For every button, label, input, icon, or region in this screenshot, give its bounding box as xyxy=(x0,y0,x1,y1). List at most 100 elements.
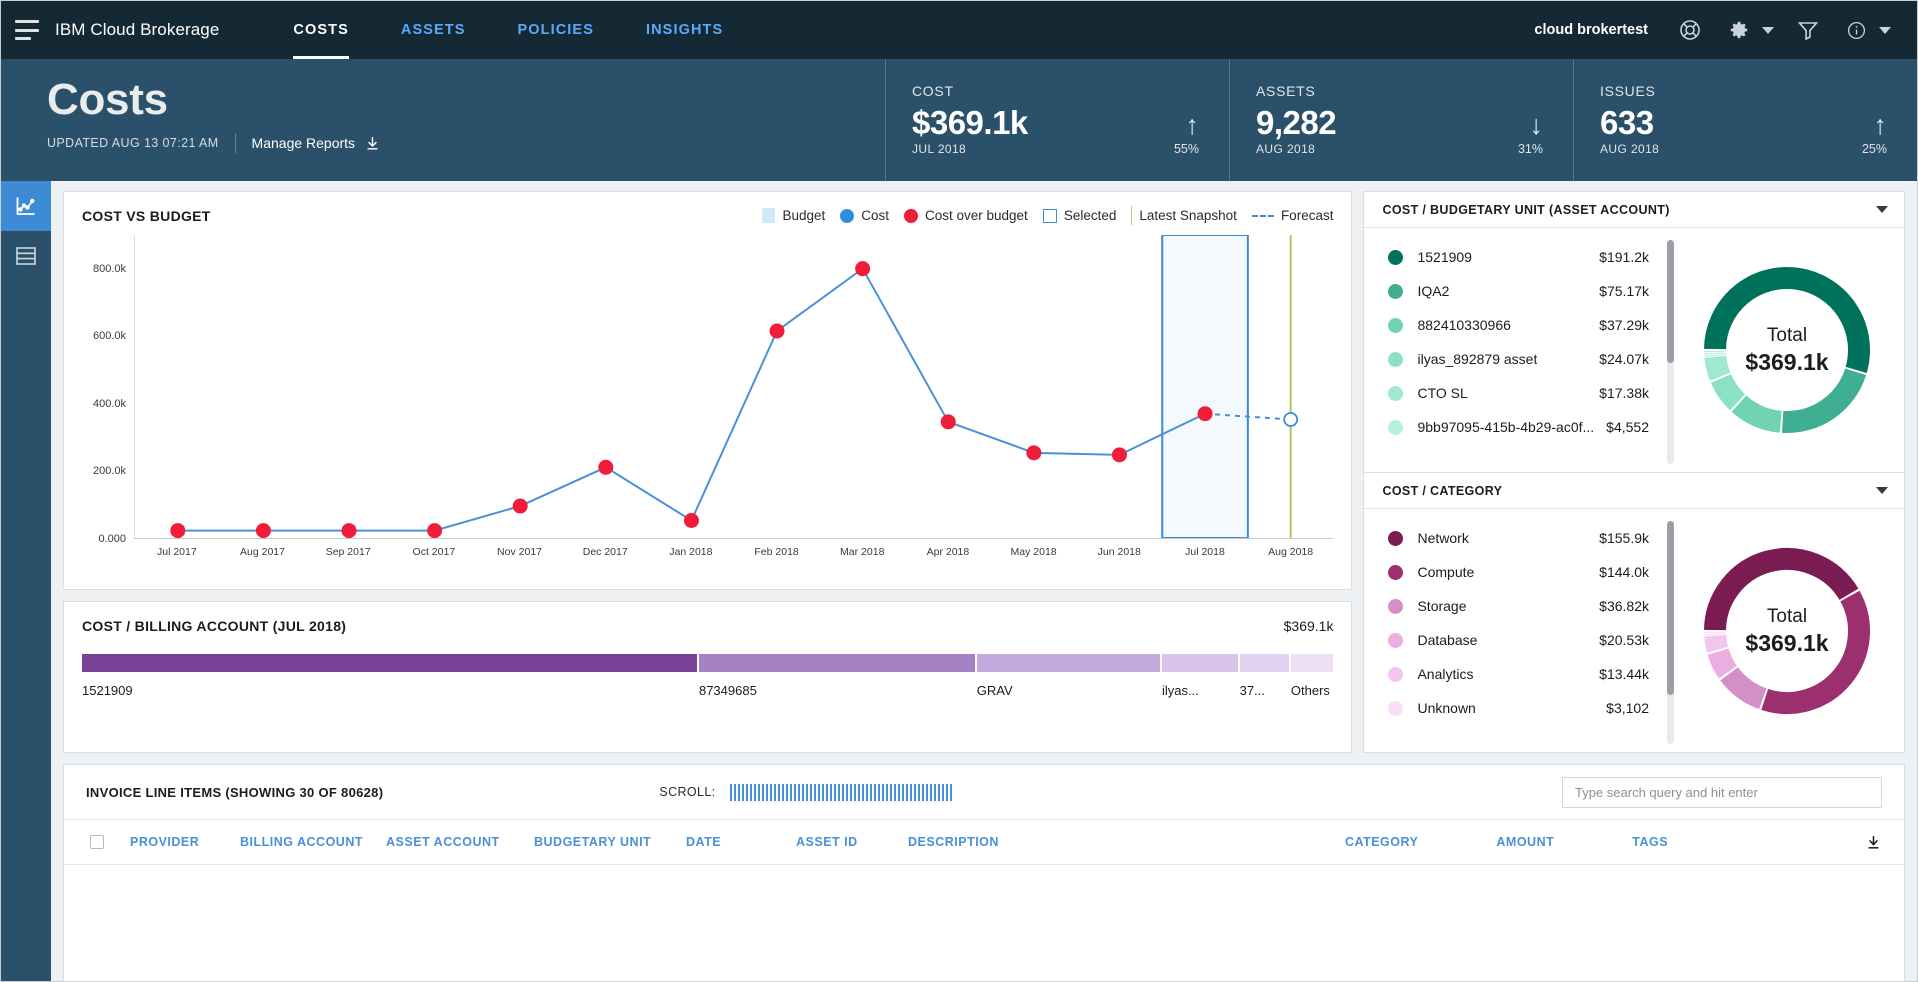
search-input[interactable] xyxy=(1575,784,1869,800)
search-box[interactable] xyxy=(1562,776,1882,808)
scroll-tick[interactable] xyxy=(901,783,904,801)
scroll-ticks[interactable] xyxy=(729,783,952,801)
support-icon[interactable] xyxy=(1678,18,1702,42)
billing-account-segment[interactable] xyxy=(976,654,1162,672)
budgetary-unit-scrollbar[interactable] xyxy=(1667,240,1674,464)
scroll-tick[interactable] xyxy=(729,783,732,801)
scrollbar-thumb[interactable] xyxy=(1667,521,1674,695)
column-header-asset-id[interactable]: ASSET ID xyxy=(796,835,908,849)
legend-latest-snapshot[interactable]: Latest Snapshot xyxy=(1131,206,1237,225)
scroll-tick[interactable] xyxy=(849,783,852,801)
scrollbar-thumb[interactable] xyxy=(1667,240,1674,364)
legend-budget[interactable]: Budget xyxy=(762,208,825,223)
tab-costs[interactable]: COSTS xyxy=(267,1,374,59)
kpi-assets[interactable]: ASSETS 9,282 ↓ AUG 2018 31% xyxy=(1229,59,1573,181)
scroll-tick[interactable] xyxy=(781,783,784,801)
category-chevron-down-icon[interactable] xyxy=(1876,487,1888,494)
legend-row[interactable]: Unknown $3,102 xyxy=(1388,691,1667,725)
legend-row[interactable]: 882410330966 $37.29k xyxy=(1388,308,1667,342)
scroll-tick[interactable] xyxy=(749,783,752,801)
rail-table-view-icon[interactable] xyxy=(1,231,51,281)
scroll-tick[interactable] xyxy=(909,783,912,801)
legend-row[interactable]: ilyas_892879 asset $24.07k xyxy=(1388,342,1667,376)
billing-account-segment[interactable] xyxy=(1239,654,1291,672)
scroll-tick[interactable] xyxy=(833,783,836,801)
scroll-tick[interactable] xyxy=(853,783,856,801)
scroll-tick[interactable] xyxy=(845,783,848,801)
scroll-tick[interactable] xyxy=(797,783,800,801)
scroll-tick[interactable] xyxy=(841,783,844,801)
budgetary-unit-donut[interactable]: Total $369.1k xyxy=(1701,264,1873,436)
column-header-amount[interactable]: AMOUNT xyxy=(1496,835,1554,849)
tab-policies[interactable]: POLICIES xyxy=(492,1,620,59)
scroll-tick[interactable] xyxy=(745,783,748,801)
billing-account-segment[interactable] xyxy=(82,654,699,672)
info-dropdown-caret[interactable] xyxy=(1879,26,1891,34)
category-donut[interactable]: Total $369.1k xyxy=(1701,545,1873,717)
scroll-tick[interactable] xyxy=(865,783,868,801)
scroll-tick[interactable] xyxy=(921,783,924,801)
scroll-tick[interactable] xyxy=(817,783,820,801)
billing-account-bar[interactable] xyxy=(82,654,1334,672)
kpi-cost[interactable]: COST $369.1k ↑ JUL 2018 55% xyxy=(885,59,1229,181)
legend-row[interactable]: 9bb97095-415b-4b29-ac0f... $4,552 xyxy=(1388,410,1667,444)
kpi-issues[interactable]: ISSUES 633 ↑ AUG 2018 25% xyxy=(1573,59,1917,181)
scroll-tick[interactable] xyxy=(949,783,952,801)
gear-icon[interactable] xyxy=(1728,19,1750,41)
legend-row[interactable]: Storage $36.82k xyxy=(1388,589,1667,623)
scroll-tick[interactable] xyxy=(897,783,900,801)
scroll-tick[interactable] xyxy=(793,783,796,801)
scroll-tick[interactable] xyxy=(861,783,864,801)
scroll-tick[interactable] xyxy=(857,783,860,801)
rail-chart-view-icon[interactable] xyxy=(1,181,51,231)
scroll-tick[interactable] xyxy=(889,783,892,801)
billing-account-segment[interactable] xyxy=(1290,654,1334,672)
column-header-description[interactable]: DESCRIPTION xyxy=(908,835,1218,849)
legend-row[interactable]: Compute $144.0k xyxy=(1388,555,1667,589)
column-header-asset-account[interactable]: ASSET ACCOUNT xyxy=(386,835,534,849)
legend-row[interactable]: Database $20.53k xyxy=(1388,623,1667,657)
scroll-tick[interactable] xyxy=(945,783,948,801)
gear-dropdown-caret[interactable] xyxy=(1762,26,1774,34)
scroll-tick[interactable] xyxy=(789,783,792,801)
billing-account-segment[interactable] xyxy=(1161,654,1240,672)
legend-row[interactable]: Analytics $13.44k xyxy=(1388,657,1667,691)
filter-icon[interactable] xyxy=(1796,18,1820,42)
hamburger-menu-icon[interactable] xyxy=(15,20,41,40)
legend-row[interactable]: CTO SL $17.38k xyxy=(1388,376,1667,410)
column-header-date[interactable]: DATE xyxy=(686,835,796,849)
scroll-tick[interactable] xyxy=(813,783,816,801)
scroll-tick[interactable] xyxy=(809,783,812,801)
column-header-billing-account[interactable]: BILLING ACCOUNT xyxy=(240,835,386,849)
legend-cost[interactable]: Cost xyxy=(840,208,889,223)
scroll-tick[interactable] xyxy=(937,783,940,801)
category-scrollbar[interactable] xyxy=(1667,521,1674,744)
scroll-tick[interactable] xyxy=(873,783,876,801)
tab-insights[interactable]: INSIGHTS xyxy=(620,1,749,59)
scroll-tick[interactable] xyxy=(905,783,908,801)
info-icon[interactable] xyxy=(1846,20,1867,41)
scroll-tick[interactable] xyxy=(893,783,896,801)
scroll-tick[interactable] xyxy=(821,783,824,801)
scroll-tick[interactable] xyxy=(837,783,840,801)
scroll-tick[interactable] xyxy=(829,783,832,801)
scroll-tick[interactable] xyxy=(941,783,944,801)
scroll-tick[interactable] xyxy=(769,783,772,801)
tab-assets[interactable]: ASSETS xyxy=(375,1,492,59)
scroll-tick[interactable] xyxy=(877,783,880,801)
scroll-tick[interactable] xyxy=(805,783,808,801)
budgetary-unit-chevron-down-icon[interactable] xyxy=(1876,206,1888,213)
legend-cost-over-budget[interactable]: Cost over budget xyxy=(904,208,1028,223)
legend-forecast[interactable]: Forecast xyxy=(1251,208,1333,223)
scroll-tick[interactable] xyxy=(933,783,936,801)
scroll-tick[interactable] xyxy=(773,783,776,801)
chart-plot-area[interactable] xyxy=(134,235,1334,539)
scroll-tick[interactable] xyxy=(733,783,736,801)
scroll-tick[interactable] xyxy=(869,783,872,801)
scroll-tick[interactable] xyxy=(917,783,920,801)
scroll-tick[interactable] xyxy=(761,783,764,801)
select-all-checkbox[interactable] xyxy=(90,835,104,849)
download-icon[interactable] xyxy=(364,135,381,152)
scroll-tick[interactable] xyxy=(925,783,928,801)
legend-row[interactable]: Network $155.9k xyxy=(1388,521,1667,555)
